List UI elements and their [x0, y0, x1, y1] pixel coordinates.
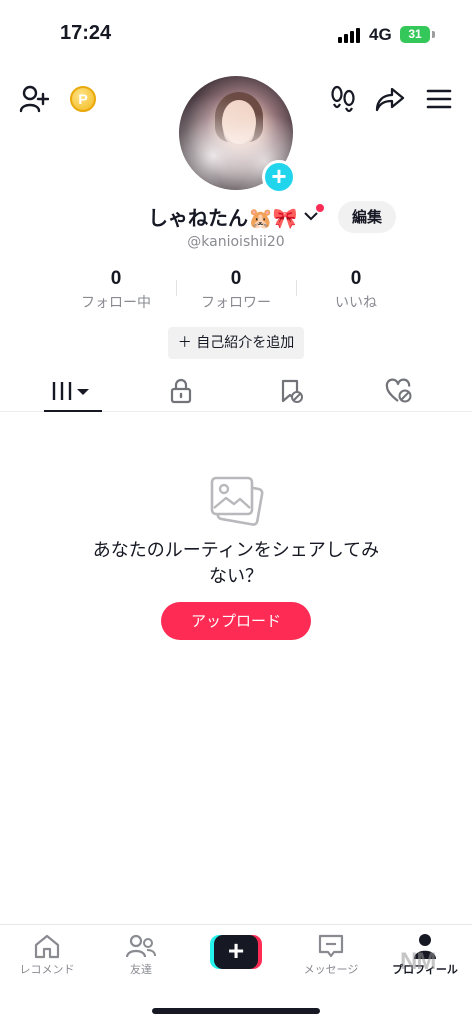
nav-friends-label: 友達	[130, 963, 152, 976]
nav-home[interactable]: レコメンド	[0, 933, 94, 977]
status-time: 17:24	[60, 22, 112, 44]
status-bar: 17:24 4G 31	[0, 0, 472, 60]
menu-icon[interactable]	[424, 84, 454, 114]
notification-dot	[316, 204, 324, 212]
stat-followers-value: 0	[230, 268, 242, 289]
tab-active-indicator	[44, 410, 102, 412]
tab-saved[interactable]	[232, 370, 350, 412]
nav-inbox[interactable]: メッセージ	[284, 933, 378, 977]
create-button[interactable]: +	[210, 935, 262, 969]
nav-inbox-label: メッセージ	[303, 963, 359, 976]
footprints-icon[interactable]	[328, 84, 358, 114]
heart-hidden-icon	[385, 378, 412, 403]
add-friend-icon[interactable]	[18, 84, 50, 114]
signal-icon	[338, 27, 364, 43]
nav-friends[interactable]: 友達	[94, 933, 188, 977]
tab-liked[interactable]	[340, 370, 458, 412]
battery-tip	[432, 31, 435, 38]
battery-icon: 31	[400, 26, 430, 43]
bookmark-hidden-icon	[281, 379, 303, 403]
share-icon[interactable]	[374, 84, 406, 114]
edit-profile-button[interactable]: 編集	[338, 201, 396, 233]
add-avatar-button[interactable]: +	[262, 160, 296, 194]
home-icon	[34, 934, 60, 959]
display-name: しゃねたん🐹🎀	[148, 206, 298, 230]
network-type: 4G	[369, 25, 392, 44]
stat-likes-label: いいね	[335, 295, 377, 311]
stat-following-label: フォロー中	[81, 295, 151, 311]
stat-likes-value: 0	[350, 268, 362, 289]
profile-tabs	[0, 370, 472, 412]
stat-followers-label: フォロワー	[201, 295, 271, 311]
home-indicator[interactable]	[152, 1008, 320, 1014]
stat-likes[interactable]: 0 いいね	[296, 268, 416, 312]
friends-icon	[126, 934, 156, 958]
inbox-icon	[318, 934, 344, 958]
lock-icon	[170, 378, 192, 404]
upload-button[interactable]: アップロード	[161, 602, 311, 640]
grid-icon	[52, 382, 89, 400]
username: @kanioishii20	[187, 234, 285, 250]
nav-home-label: レコメンド	[19, 963, 75, 976]
tab-private[interactable]	[122, 370, 240, 412]
empty-state-title: あなたのルーティンをシェアしてみない？	[92, 540, 380, 587]
plus-icon: +	[214, 935, 258, 969]
name-row: しゃねたん🐹🎀	[0, 200, 472, 234]
photo-stack-icon	[208, 474, 264, 532]
add-bio-button[interactable]: ＋ 自己紹介を追加	[168, 327, 304, 359]
stat-following[interactable]: 0 フォロー中	[56, 268, 176, 312]
stat-followers[interactable]: 0 フォロワー	[176, 268, 296, 312]
watermark: NM	[400, 948, 436, 975]
coin-icon[interactable]: P	[70, 86, 96, 112]
stat-following-value: 0	[110, 268, 122, 289]
tab-videos[interactable]	[14, 370, 132, 412]
